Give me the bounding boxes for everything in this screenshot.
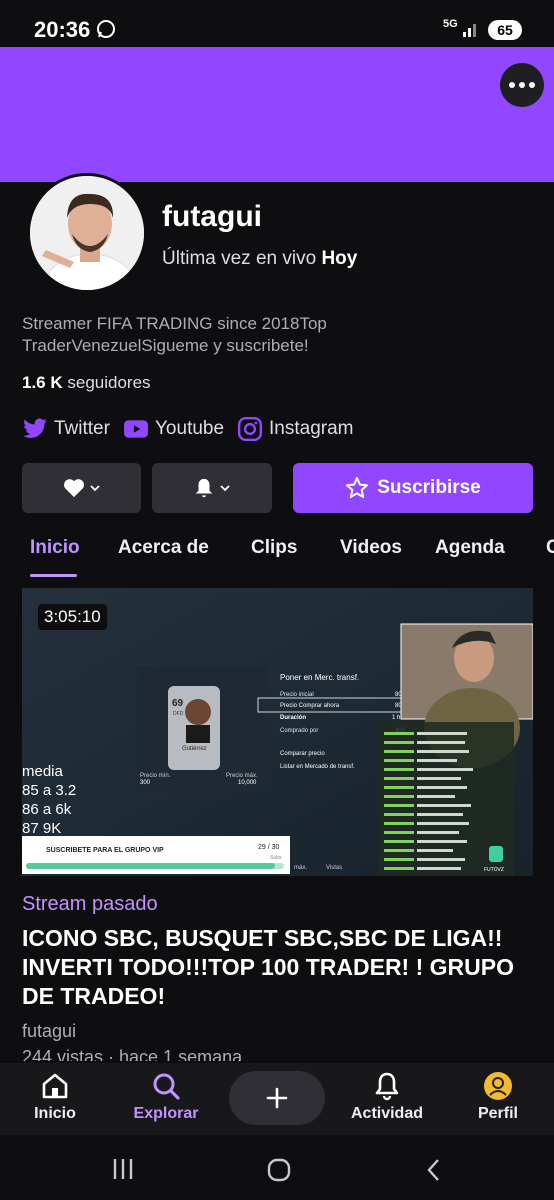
youtube-link[interactable]: Youtube xyxy=(123,416,224,442)
last-live-value: Hoy xyxy=(321,248,358,269)
active-tab-indicator xyxy=(30,574,77,577)
status-bar: 20:36 5G 65 xyxy=(0,0,554,47)
youtube-label: Youtube xyxy=(155,418,225,439)
back-icon[interactable] xyxy=(424,1157,444,1183)
create-button[interactable] xyxy=(229,1071,325,1125)
network-label: 5G xyxy=(443,18,458,30)
avatar[interactable] xyxy=(27,173,147,293)
followers-count: 1.6 K seguidores xyxy=(22,373,151,393)
video-channel[interactable]: futagui xyxy=(22,1021,76,1042)
overlay-menu-item: Precio inicial xyxy=(280,692,314,698)
overlay-menu-item: Listar en Mercado de transf. xyxy=(280,764,355,770)
profile-username: futagui xyxy=(162,200,262,233)
price-max: 10,000 xyxy=(238,780,257,786)
tab-clips[interactable]: Clips xyxy=(251,537,297,559)
signal-icon xyxy=(463,24,476,37)
nav-label: Perfil xyxy=(477,1105,518,1122)
more-options-button[interactable] xyxy=(500,63,544,107)
notifications-button[interactable] xyxy=(152,463,272,513)
video-duration: 3:05:10 xyxy=(38,604,107,630)
video-thumbnail-image: 69 DFD Gutiérrez Precio mín. 300 Precio … xyxy=(22,588,533,876)
chevron-down-icon xyxy=(220,485,230,492)
profile-tabs: Inicio Acerca de Clips Videos Agenda C xyxy=(0,535,554,579)
video-label: Stream pasado xyxy=(22,893,158,915)
dot-icon xyxy=(509,82,515,88)
follow-button[interactable] xyxy=(22,463,141,513)
recents-icon[interactable] xyxy=(110,1157,136,1181)
system-navigation xyxy=(0,1135,554,1200)
price-min: 300 xyxy=(140,780,151,786)
chevron-down-icon xyxy=(89,485,100,492)
battery-indicator: 65 xyxy=(488,20,522,40)
youtube-icon xyxy=(124,420,148,438)
avatar-image xyxy=(30,176,144,290)
instagram-link[interactable]: Instagram xyxy=(237,416,353,442)
bell-icon xyxy=(375,1072,399,1101)
overlay-menu-item: Comparar precio xyxy=(280,751,325,757)
bell-icon xyxy=(195,478,213,498)
price-min-label: Precio mín. xyxy=(140,773,171,779)
whatsapp-icon xyxy=(97,20,115,38)
overlay-line: media xyxy=(22,763,64,780)
nav-label: Inicio xyxy=(34,1105,76,1122)
avatar-icon xyxy=(484,1072,512,1100)
heart-icon xyxy=(63,479,84,498)
vip-count: 29 / 30 xyxy=(258,844,280,851)
plus-icon xyxy=(266,1087,288,1109)
nav-perfil[interactable]: Perfil xyxy=(450,1071,546,1123)
twitter-link[interactable]: Twitter xyxy=(22,416,110,442)
overlay-menu-title: Poner en Merc. transf. xyxy=(280,673,359,682)
last-live-prefix: Última vez en vivo xyxy=(162,248,317,269)
card-position: DFD xyxy=(173,711,184,717)
bottom-navigation: Inicio Explorar Actividad Perfil xyxy=(0,1063,554,1135)
video-title[interactable]: ICONO SBC, BUSQUET SBC,SBC DE LIGA!! INV… xyxy=(22,924,522,1011)
card-rating: 69 xyxy=(172,698,184,709)
star-icon xyxy=(346,477,369,498)
home-icon xyxy=(42,1073,68,1099)
overlay-menu-item: Comprado por xyxy=(280,728,318,734)
subscribe-button[interactable]: Suscribirse xyxy=(293,463,533,513)
vip-banner-text: SUSCRIBETE PARA EL GRUPO VIP xyxy=(46,847,164,854)
overlay-menu-item: Precio Comprar ahora xyxy=(280,703,340,709)
video-meta: 244 vistas · hace 1 semana xyxy=(22,1047,243,1061)
nav-explorar[interactable]: Explorar xyxy=(118,1071,214,1123)
overlay-line: 86 a 6k xyxy=(22,801,72,818)
tab-acerca-de[interactable]: Acerca de xyxy=(118,537,209,559)
subscribe-label: Suscribirse xyxy=(377,477,481,498)
logo-text: FUTOVZ xyxy=(484,867,504,873)
twitter-icon xyxy=(23,418,47,438)
nav-actividad[interactable]: Actividad xyxy=(339,1071,435,1123)
views-hint-2: Vistas xyxy=(326,865,342,871)
tab-overflow[interactable]: C xyxy=(546,537,554,559)
profile-banner xyxy=(0,47,554,182)
overlay-line: 85 a 3.2 xyxy=(22,782,76,799)
tab-agenda[interactable]: Agenda xyxy=(435,537,505,559)
overlay-line: 87 9K xyxy=(22,820,61,837)
dot-icon xyxy=(529,82,535,88)
vip-unit: Subs xyxy=(270,855,282,861)
price-max-label: Precio máx. xyxy=(226,773,258,779)
nav-label: Actividad xyxy=(350,1105,423,1122)
profile-bio: Streamer FIFA TRADING since 2018Top Trad… xyxy=(22,314,327,355)
search-icon xyxy=(153,1073,180,1100)
tab-inicio[interactable]: Inicio xyxy=(30,537,80,559)
followers-number: 1.6 K xyxy=(22,373,63,392)
overlay-menu-item: Duración xyxy=(280,715,306,721)
video-thumbnail[interactable]: 69 DFD Gutiérrez Precio mín. 300 Precio … xyxy=(22,588,533,876)
home-circle-icon[interactable] xyxy=(266,1157,292,1183)
nav-inicio[interactable]: Inicio xyxy=(7,1071,103,1123)
last-live-status: Última vez en vivo Hoy xyxy=(162,248,357,270)
tab-videos[interactable]: Videos xyxy=(340,537,402,559)
twitter-label: Twitter xyxy=(54,418,110,439)
views-hint: máx. xyxy=(294,865,307,871)
card-name: Gutiérrez xyxy=(182,746,207,752)
followers-label: seguidores xyxy=(67,373,151,392)
status-time: 20:36 xyxy=(34,17,91,42)
instagram-icon xyxy=(237,416,263,442)
nav-label: Explorar xyxy=(133,1105,199,1122)
dot-icon xyxy=(519,82,525,88)
instagram-label: Instagram xyxy=(269,418,354,439)
